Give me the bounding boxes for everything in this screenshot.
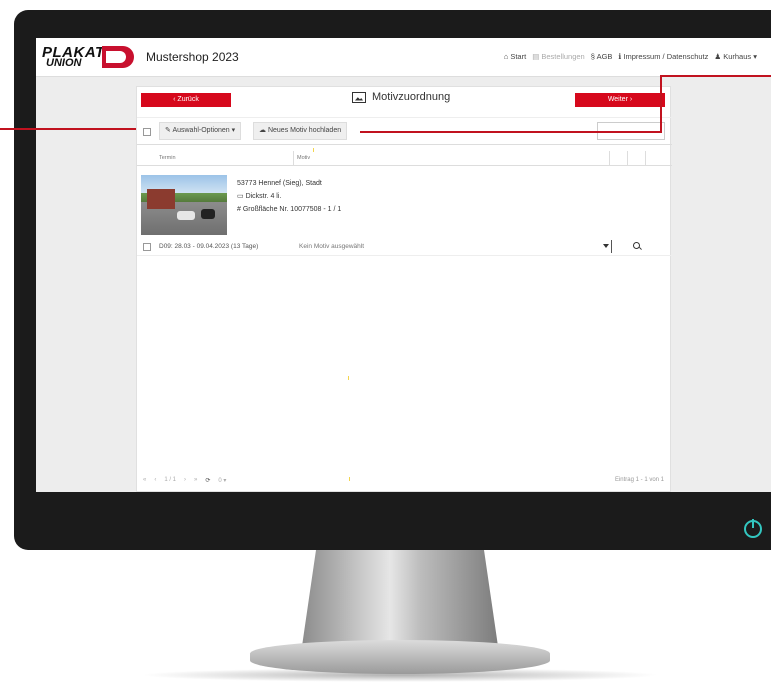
logo-swoosh-icon bbox=[102, 46, 134, 68]
entries-count: Eintrag 1 - 1 von 1 bbox=[614, 477, 664, 483]
image-icon bbox=[352, 91, 366, 103]
page-indicator: 1 / 1 bbox=[164, 477, 177, 483]
board-number: # Großfläche Nr. 10077508 - 1 / 1 bbox=[237, 203, 341, 216]
logo-text-bottom: UNION bbox=[46, 57, 82, 69]
column-divider bbox=[609, 151, 610, 165]
callout-line-left bbox=[0, 128, 136, 130]
callout-line-vertical bbox=[660, 75, 662, 133]
photo-car bbox=[177, 211, 195, 220]
callout-line-right bbox=[660, 75, 771, 77]
search-icon[interactable] bbox=[633, 242, 640, 249]
speech-bubble-icon: ▭ bbox=[237, 193, 246, 200]
upload-cloud-icon: ☁ bbox=[259, 127, 266, 134]
nav-imprint-label: Impressum / Datenschutz bbox=[623, 52, 709, 61]
column-divider bbox=[645, 151, 646, 165]
page-title-text: Motivzuordnung bbox=[372, 91, 451, 103]
main-panel: ‹ Zurück Motivzuordnung Weiter › ✎ Auswa… bbox=[136, 86, 672, 492]
photo-house bbox=[147, 189, 175, 209]
callout-line-middle bbox=[360, 131, 662, 133]
monitor-base bbox=[250, 640, 550, 674]
nav-imprint[interactable]: ℹ Impressum / Datenschutz bbox=[618, 52, 708, 61]
table-header: Termin Motiv bbox=[137, 151, 672, 166]
cursor-marker bbox=[349, 477, 350, 481]
nav-start[interactable]: ⌂ Start bbox=[504, 52, 526, 61]
chevron-down-icon: ▾ bbox=[231, 127, 236, 134]
board-number-text: Großfläche Nr. 10077508 - 1 / 1 bbox=[242, 206, 342, 213]
nav-orders-label: Bestellungen bbox=[541, 52, 585, 61]
select-divider bbox=[611, 240, 612, 253]
location-street: ▭ Dickstr. 4 li. bbox=[237, 190, 341, 203]
nav-user[interactable]: ♟ Kurhaus ▾ bbox=[714, 52, 757, 61]
select-options-label: Auswahl-Optionen bbox=[172, 127, 230, 134]
nav-agb-label: AGB bbox=[596, 52, 613, 61]
nav-user-label: Kurhaus bbox=[723, 52, 752, 61]
caret-down-icon[interactable] bbox=[603, 244, 609, 248]
page-title: Motivzuordnung bbox=[352, 91, 450, 103]
pagination: « ‹ 1 / 1 › » ⟳ 0 ▾ bbox=[143, 477, 226, 484]
cursor-marker bbox=[348, 376, 349, 380]
back-button[interactable]: ‹ Zurück bbox=[141, 93, 231, 107]
select-options-button[interactable]: ✎ Auswahl-Optionen ▾ bbox=[159, 122, 242, 140]
location-city: 53773 Hennef (Sieg), Stadt bbox=[237, 180, 322, 187]
nav-orders[interactable]: ▤ Bestellungen bbox=[532, 52, 585, 61]
page-size-value: 0 bbox=[218, 478, 222, 484]
column-divider bbox=[293, 151, 294, 165]
cursor-marker bbox=[313, 148, 314, 152]
column-header-motiv[interactable]: Motiv bbox=[297, 155, 310, 161]
select-all-checkbox[interactable] bbox=[143, 128, 151, 136]
edit-icon: ✎ bbox=[165, 127, 171, 134]
booking-dates: D09: 28.03 - 09.04.2023 (13 Tage) bbox=[159, 243, 259, 250]
next-button[interactable]: Weiter › bbox=[575, 93, 665, 107]
column-header-termin[interactable]: Termin bbox=[159, 155, 176, 161]
nav-start-label: Start bbox=[510, 52, 527, 61]
row-footer: D09: 28.03 - 09.04.2023 (13 Tage) Kein M… bbox=[137, 239, 672, 256]
location-details: 53773 Hennef (Sieg), Stadt ▭ Dickstr. 4 … bbox=[237, 177, 341, 216]
row-checkbox[interactable] bbox=[143, 243, 151, 251]
prev-page-button[interactable]: ‹ bbox=[154, 477, 156, 484]
app-header: PLAKAT UNION Mustershop 2023 ⌂ Start ▤ B… bbox=[36, 38, 771, 77]
nav-agb[interactable]: § AGB bbox=[591, 52, 613, 61]
motiv-select[interactable]: Kein Motiv ausgewählt bbox=[299, 243, 364, 250]
logo[interactable]: PLAKAT UNION bbox=[42, 44, 134, 70]
last-page-button[interactable]: » bbox=[194, 477, 197, 484]
power-icon[interactable] bbox=[744, 519, 762, 538]
photo-car bbox=[201, 209, 215, 219]
refresh-icon[interactable]: ⟳ bbox=[205, 477, 210, 484]
top-nav: ⌂ Start ▤ Bestellungen § AGB ℹ Impressum… bbox=[504, 52, 757, 61]
page-size-select[interactable]: 0 ▾ bbox=[218, 477, 226, 484]
upload-motiv-label: Neues Motiv hochladen bbox=[267, 127, 342, 134]
location-photo[interactable] bbox=[141, 175, 227, 235]
table-row: 53773 Hennef (Sieg), Stadt ▭ Dickstr. 4 … bbox=[137, 169, 672, 259]
first-page-button[interactable]: « bbox=[143, 477, 146, 484]
shop-title: Mustershop 2023 bbox=[146, 50, 239, 64]
location-street-text: Dickstr. 4 li. bbox=[245, 193, 282, 200]
upload-motiv-button[interactable]: ☁ Neues Motiv hochladen bbox=[253, 122, 348, 140]
column-divider bbox=[627, 151, 628, 165]
next-page-button[interactable]: › bbox=[184, 477, 186, 484]
